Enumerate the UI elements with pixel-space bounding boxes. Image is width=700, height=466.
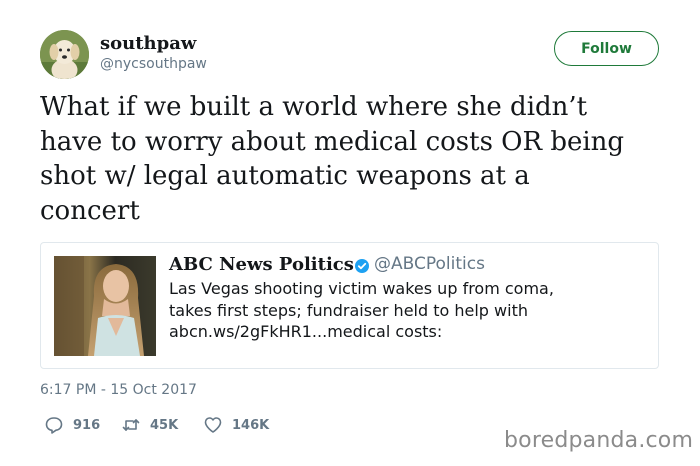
quoted-text-line: Las Vegas shooting victim wakes up from … — [169, 279, 554, 298]
quoted-text-line[interactable]: abcn.ws/2gFkHR1...medical costs: — [169, 321, 649, 343]
retweet-icon — [122, 419, 140, 431]
tweet-text: What if we built a world where she didn’… — [40, 90, 680, 228]
tweet-text-line: shot w/ legal automatic weapons at a — [40, 161, 530, 191]
watermark: boredpanda.com — [504, 428, 694, 453]
quoted-text-line: takes first steps; fundraiser held to he… — [169, 300, 528, 320]
tweet-text-line: What if we built a world where she didn’… — [40, 92, 588, 122]
tweet-text-line: have to worry about medical costs OR bei… — [40, 126, 625, 157]
avatar[interactable] — [40, 30, 89, 79]
quoted-tweet[interactable]: ABC News Politics @ABCPolitics Las Vegas… — [40, 242, 659, 369]
quoted-tweet-image[interactable] — [54, 256, 156, 356]
reply-icon — [45, 417, 63, 434]
verified-badge-icon — [355, 259, 369, 273]
tweet-timestamp[interactable]: 6:17 PM - 15 Oct 2017 — [40, 382, 197, 398]
reply-button[interactable]: 916 — [44, 414, 100, 436]
photo-thumbnail-icon — [54, 256, 156, 356]
heart-icon — [204, 417, 222, 433]
like-button[interactable]: 146K — [203, 414, 269, 436]
tweet-card: southpaw @nycsouthpaw Follow What if we … — [0, 0, 700, 466]
like-count: 146K — [232, 417, 270, 433]
reply-count: 916 — [73, 417, 101, 433]
follow-button[interactable]: Follow — [554, 31, 659, 66]
quoted-user-handle[interactable]: @ABCPolitics — [374, 254, 485, 274]
quoted-display-name[interactable]: ABC News Politics — [169, 254, 354, 275]
quoted-tweet-text: Las Vegas shooting victim wakes up from … — [169, 278, 649, 343]
tweet-text-line: concert — [40, 195, 140, 226]
puppy-avatar-icon — [40, 30, 89, 79]
display-name[interactable]: southpaw — [100, 33, 196, 54]
retweet-button[interactable]: 45K — [121, 414, 178, 436]
retweet-count: 45K — [150, 417, 179, 433]
user-handle[interactable]: @nycsouthpaw — [100, 56, 207, 72]
